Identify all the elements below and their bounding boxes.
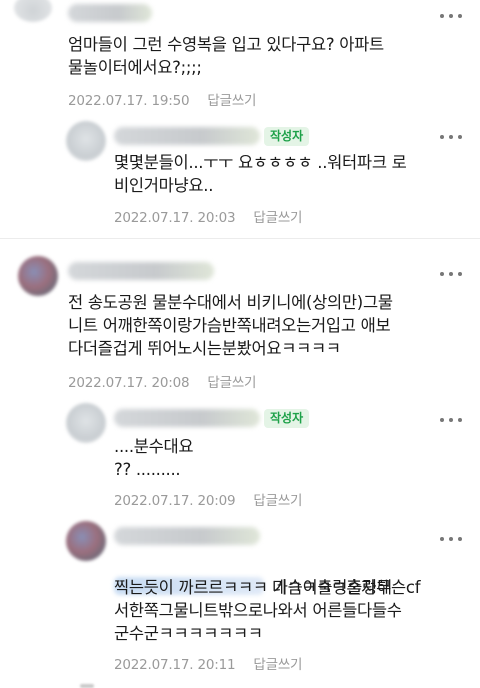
more-options-icon[interactable] — [440, 535, 462, 543]
author-badge: 작성자 — [264, 127, 310, 146]
comment-meta: 2022.07.17. 19:50 답글쓰기 — [68, 89, 256, 109]
comment-date: 2022.07.17. 20:08 — [68, 375, 190, 391]
comment-text: 엄마들이 그런 수영복을 입고 있다구요? 아파트 물놀이터에서요?;;;; — [68, 35, 384, 77]
nickname-blurred[interactable] — [114, 127, 260, 145]
reply-item: 작성자 ....분수대요 ?? ......... 2022.07.17. 20… — [0, 397, 480, 512]
comment-item: 전 송도공원 물분수대에서 비키니에(상의만)그물 니트 어깨한쪽이랑가슴반쪽내… — [0, 248, 480, 393]
avatar[interactable] — [14, 0, 52, 22]
more-options-icon[interactable] — [440, 416, 462, 424]
reply-link[interactable]: 답글쓰기 — [253, 210, 302, 226]
comment-meta: 2022.07.17. 20:03 답글쓰기 — [114, 206, 302, 226]
reply-item: 작성자 몇몇분들이...ㅜㅜ 요ㅎㅎㅎㅎ ..워터파크 로 비인거마냥요.. 2… — [0, 115, 480, 235]
more-options-icon[interactable] — [440, 12, 462, 20]
more-options-icon[interactable] — [440, 133, 462, 141]
next-comment-hint — [80, 684, 94, 688]
author-badge: 작성자 — [264, 409, 310, 428]
comment-text: 찍는듯이 까르르ㅋㅋㅋ 가슴이출렁출렁해 서한쪽그물니트밖으로나와서 어른들다들… — [114, 578, 402, 643]
comment-text: 전 송도공원 물분수대에서 비키니에(상의만)그물 니트 어깨한쪽이랑가슴반쪽내… — [68, 293, 393, 358]
comment-meta: 2022.07.17. 20:11 답글쓰기 — [114, 653, 302, 673]
divider — [0, 238, 480, 239]
nickname-blurred[interactable] — [114, 527, 260, 545]
avatar[interactable] — [18, 256, 58, 296]
nickname-blurred[interactable] — [68, 262, 214, 280]
reply-link[interactable]: 답글쓰기 — [253, 657, 302, 673]
avatar[interactable] — [66, 121, 106, 161]
comment-meta: 2022.07.17. 20:09 답글쓰기 — [114, 489, 302, 509]
comment-item: 엄마들이 그런 수영복을 입고 있다구요? 아파트 물놀이터에서요?;;;; 2… — [0, 0, 480, 110]
avatar[interactable] — [66, 403, 106, 443]
comment-date: 2022.07.17. 20:03 — [114, 210, 236, 226]
comment-date: 2022.07.17. 20:11 — [114, 657, 236, 673]
comment-date: 2022.07.17. 20:09 — [114, 493, 236, 509]
comment-date: 2022.07.17. 19:50 — [68, 93, 190, 109]
comment-meta: 2022.07.17. 20:08 답글쓰기 — [68, 371, 256, 391]
more-options-icon[interactable] — [440, 270, 462, 278]
reply-link[interactable]: 답글쓰기 — [253, 493, 302, 509]
reply-item: 네ㅋㅋㅋㅋ혼자무슨cf 찍는듯이 까르르ㅋㅋㅋ 가슴이출렁출렁해 서한쪽그물니트… — [0, 515, 480, 688]
nickname-blurred[interactable] — [114, 409, 260, 427]
reply-link[interactable]: 답글쓰기 — [207, 375, 256, 391]
avatar[interactable] — [66, 521, 106, 561]
comment-text: ....분수대요 ?? ......... — [114, 437, 194, 479]
reply-link[interactable]: 답글쓰기 — [207, 93, 256, 109]
nickname-blurred[interactable] — [68, 4, 152, 22]
comment-text: 몇몇분들이...ㅜㅜ 요ㅎㅎㅎㅎ ..워터파크 로 비인거마냥요.. — [114, 153, 407, 195]
